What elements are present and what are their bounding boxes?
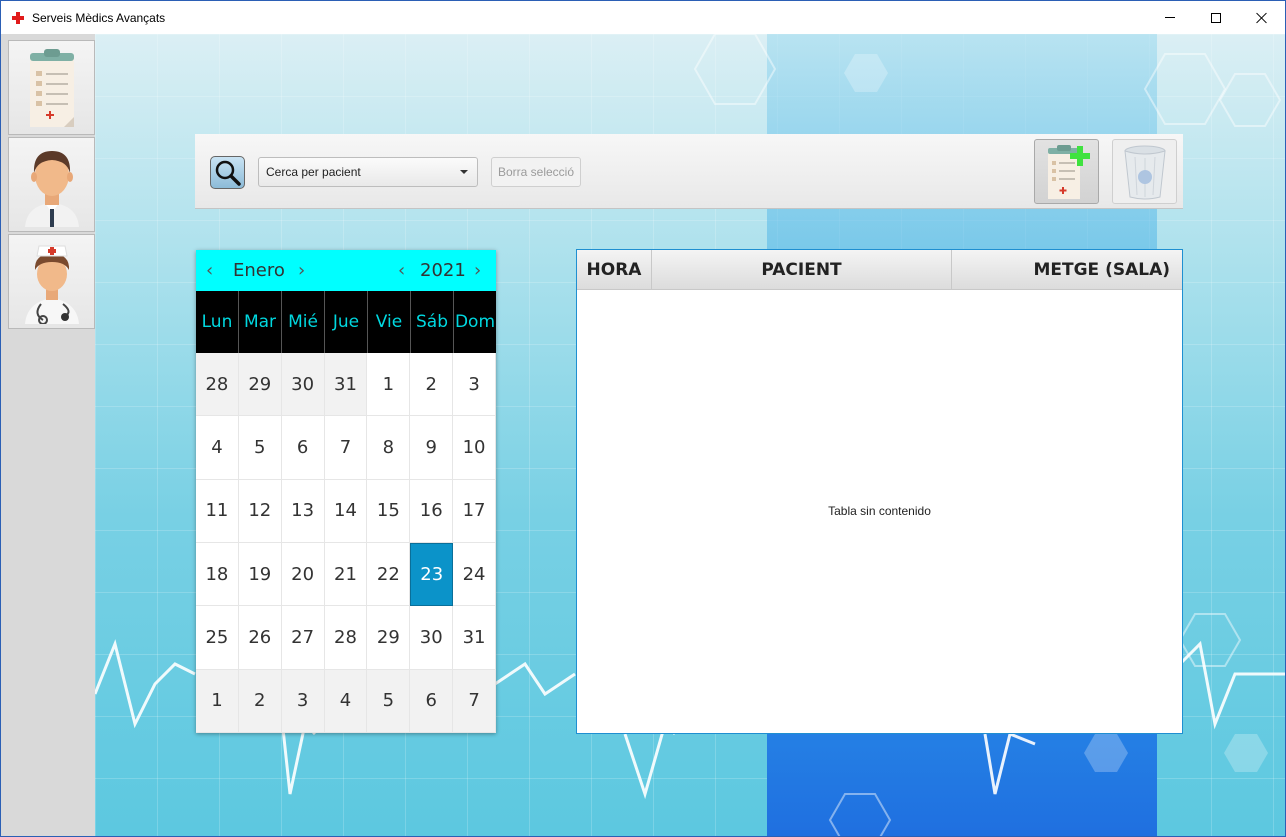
day-cell[interactable]: 13 (281, 479, 325, 543)
sidebar-item-doctors[interactable] (8, 137, 95, 232)
day-cell[interactable]: 25 (196, 606, 239, 670)
day-cell[interactable]: 27 (281, 606, 325, 670)
date-picker: ‹ Enero › ‹ 2021 › Lun Mar Mié Jue Vie Sáb Dom… (196, 250, 496, 733)
day-cell[interactable]: 30 (410, 606, 454, 670)
day-cell[interactable]: 8 (367, 416, 411, 480)
weekday-label: Lun (196, 291, 239, 353)
day-cell[interactable]: 20 (281, 542, 325, 607)
empty-table-message: Tabla sin contenido (828, 504, 931, 518)
day-cell[interactable]: 17 (453, 479, 496, 543)
day-cell[interactable]: 31 (453, 606, 496, 670)
maximize-button[interactable] (1193, 1, 1239, 34)
day-cell[interactable]: 15 (367, 479, 411, 543)
day-cell[interactable]: 24 (453, 542, 496, 607)
weekday-label: Sáb (411, 291, 454, 353)
day-cell[interactable]: 26 (238, 606, 282, 670)
day-cell[interactable]: 29 (367, 606, 411, 670)
day-cell[interactable]: 3 (453, 353, 496, 417)
delete-appointment-button[interactable] (1112, 139, 1177, 204)
day-cell[interactable]: 19 (238, 542, 282, 607)
minimize-button[interactable] (1147, 1, 1193, 34)
sidebar (1, 34, 95, 836)
day-cell[interactable]: 22 (367, 542, 411, 607)
calendar-header: ‹ Enero › ‹ 2021 › (196, 250, 496, 291)
day-cell[interactable]: 7 (324, 416, 368, 480)
day-cell[interactable]: 4 (324, 669, 368, 733)
table-header: HORA PACIENT METGE (SALA) (577, 250, 1182, 290)
search-mode-value: Cerca per pacient (266, 165, 361, 179)
year-label: 2021 (420, 260, 466, 281)
add-appointment-icon (1047, 144, 1090, 199)
day-cell[interactable]: 12 (238, 479, 282, 543)
day-cell[interactable]: 7 (453, 669, 496, 733)
add-appointment-button[interactable] (1034, 139, 1099, 204)
column-header-metge[interactable]: METGE (SALA) (952, 250, 1182, 289)
day-cell[interactable]: 30 (281, 353, 325, 417)
day-cell[interactable]: 28 (324, 606, 368, 670)
sidebar-item-nurses[interactable] (8, 234, 95, 329)
sidebar-item-appointments[interactable] (8, 40, 95, 135)
day-cell[interactable]: 1 (196, 669, 239, 733)
column-header-pacient[interactable]: PACIENT (652, 250, 952, 289)
day-cell[interactable]: 5 (367, 669, 411, 733)
day-cell[interactable]: 11 (196, 479, 239, 543)
next-month-icon[interactable]: › (298, 260, 305, 281)
nurse-icon (24, 245, 79, 324)
day-cell[interactable]: 2 (238, 669, 282, 733)
weekday-label: Vie (368, 291, 411, 353)
window-title: Serveis Mèdics Avançats (32, 10, 166, 25)
day-cell[interactable]: 9 (410, 416, 454, 480)
magnifier-icon (215, 160, 241, 186)
day-cell[interactable]: 14 (324, 479, 368, 543)
selected-day-cell[interactable]: 23 (410, 542, 454, 607)
maximize-icon (1211, 12, 1221, 23)
calendar-days: 28 29 30 31 1 2 3 4 5 6 7 8 9 10 11 12 13 14 15 16 17 18 19 20 2… (196, 353, 496, 733)
recycle-bin-icon (1123, 145, 1166, 199)
weekday-label: Jue (325, 291, 368, 353)
weekday-label: Dom (454, 312, 496, 332)
weekday-label: Mar (239, 291, 282, 353)
day-cell[interactable]: 29 (238, 353, 282, 417)
prev-month-icon[interactable]: ‹ (206, 260, 213, 281)
day-cell[interactable]: 16 (410, 479, 454, 543)
day-cell[interactable]: 5 (238, 416, 282, 480)
day-cell[interactable]: 10 (453, 416, 496, 480)
day-cell[interactable]: 6 (410, 669, 454, 733)
prev-year-icon[interactable]: ‹ (398, 260, 405, 281)
day-cell[interactable]: 4 (196, 416, 239, 480)
app-window: Serveis Mèdics Avançats Cerca per pacien… (0, 0, 1286, 837)
close-button[interactable] (1239, 1, 1285, 34)
day-cell[interactable]: 21 (324, 542, 368, 607)
search-button[interactable] (210, 156, 245, 189)
clipboard-icon (29, 48, 74, 127)
day-cell[interactable]: 1 (367, 353, 411, 417)
search-mode-combo[interactable]: Cerca per pacient (258, 157, 478, 187)
month-label: Enero (233, 260, 285, 281)
minimize-icon (1165, 17, 1175, 18)
day-cell[interactable]: 3 (281, 669, 325, 733)
day-cell[interactable]: 31 (324, 353, 368, 417)
red-cross-icon (11, 11, 25, 25)
close-icon (1256, 12, 1268, 24)
day-cell[interactable]: 28 (196, 353, 239, 417)
weekday-header: Lun Mar Mié Jue Vie Sáb Dom (196, 291, 496, 353)
day-cell[interactable]: 18 (196, 542, 239, 607)
next-year-icon[interactable]: › (474, 260, 481, 281)
title-bar[interactable]: Serveis Mèdics Avançats (1, 1, 1285, 34)
clear-selection-button[interactable]: Borra selecció (491, 157, 581, 187)
weekday-label: Mié (282, 291, 325, 353)
doctor-icon (24, 150, 79, 227)
chevron-down-icon (460, 170, 468, 174)
toolbar: Cerca per pacient Borra selecció (195, 134, 1183, 209)
column-header-hora[interactable]: HORA (577, 250, 652, 289)
day-cell[interactable]: 2 (410, 353, 454, 417)
day-cell[interactable]: 6 (281, 416, 325, 480)
appointments-table: HORA PACIENT METGE (SALA) Tabla sin cont… (576, 249, 1183, 734)
